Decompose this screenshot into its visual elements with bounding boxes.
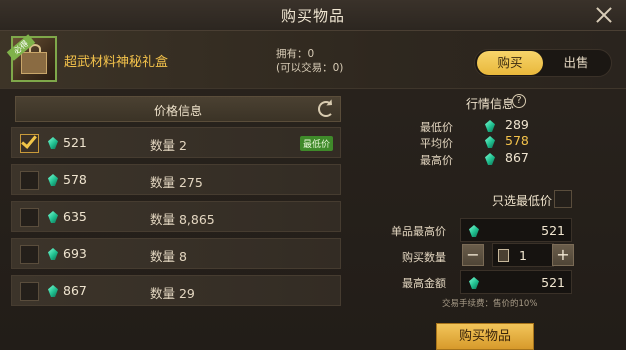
gift-box: [21, 52, 47, 74]
gem-icon: [485, 136, 495, 148]
owned-count: 拥有：0 (可以交易：0): [276, 47, 343, 75]
calculator-icon: [498, 249, 509, 262]
price-list-panel: 价格信息 521 数量 2 最低价 578 数量 275 635 数量 8,86…: [11, 96, 341, 348]
avg-price-label: 平均价: [420, 137, 453, 150]
price-row[interactable]: 867 数量 29: [11, 275, 341, 306]
row-price: 867: [63, 283, 87, 298]
row-checkbox[interactable]: [20, 132, 39, 153]
dialog-title: 购买物品: [280, 7, 345, 25]
decrease-quantity-button[interactable]: −: [462, 244, 484, 266]
gem-icon: [48, 211, 58, 223]
gem-icon: [48, 248, 58, 260]
gem-icon: [485, 120, 495, 132]
only-lowest-checkbox[interactable]: [554, 190, 572, 208]
gem-icon: [469, 277, 479, 289]
checkmark-icon: [21, 132, 37, 149]
owned-line: 拥有：0: [276, 48, 315, 60]
gem-icon: [48, 285, 58, 297]
price-row[interactable]: 578 数量 275: [11, 164, 341, 195]
price-row[interactable]: 693 数量 8: [11, 238, 341, 269]
unit-max-price-value: 521: [541, 223, 565, 238]
max-price-value: 867: [505, 150, 529, 165]
row-checkbox[interactable]: [20, 208, 39, 227]
buy-sell-toggle: 购买 出售: [474, 49, 612, 77]
row-quantity: 数量 8: [150, 249, 187, 264]
max-total-label: 最高金额: [402, 277, 446, 290]
tradable-line: (可以交易：0): [276, 62, 344, 74]
help-icon[interactable]: ?: [512, 94, 526, 108]
gem-icon: [48, 174, 58, 186]
row-checkbox[interactable]: [20, 282, 39, 301]
price-row[interactable]: 635 数量 8,865: [11, 201, 341, 232]
row-price: 578: [63, 172, 87, 187]
row-quantity: 数量 275: [150, 175, 203, 190]
min-price-label: 最低价: [420, 121, 453, 134]
gem-icon: [485, 153, 495, 165]
quantity-field[interactable]: 1: [492, 243, 554, 267]
tab-buy[interactable]: 购买: [477, 51, 543, 75]
order-panel: 行情信息 ? 最低价 289 平均价 578 最高价 867 只选最低价 单品最…: [352, 91, 626, 350]
refresh-icon[interactable]: [318, 101, 334, 117]
row-price: 635: [63, 209, 87, 224]
gift-box-icon: 必得: [6, 34, 57, 82]
row-price: 693: [63, 246, 87, 261]
unit-max-price-label: 单品最高价: [391, 225, 446, 238]
quantity-label: 购买数量: [402, 251, 446, 264]
row-checkbox[interactable]: [20, 245, 39, 264]
max-total-field: 521: [460, 270, 572, 294]
row-quantity: 数量 29: [150, 286, 195, 301]
close-icon[interactable]: [594, 5, 614, 25]
row-price: 521: [63, 135, 87, 150]
gem-icon: [469, 225, 479, 237]
buy-item-dialog: 购买物品 必得 超武材料神秘礼盒 拥有：0 (可以交易：0) 购买 出售 价格信…: [0, 0, 626, 350]
buy-item-button[interactable]: 购买物品: [436, 323, 534, 350]
max-price-label: 最高价: [420, 154, 453, 167]
item-info-bar: 必得 超武材料神秘礼盒 拥有：0 (可以交易：0) 购买 出售: [0, 31, 626, 89]
lowest-price-badge: 最低价: [300, 136, 334, 151]
row-quantity: 数量 8,865: [150, 212, 215, 227]
min-price-value: 289: [505, 117, 529, 132]
item-name: 超武材料神秘礼盒: [64, 55, 169, 70]
market-info-title: 行情信息: [466, 97, 515, 111]
unit-max-price-field[interactable]: 521: [460, 218, 572, 242]
increase-quantity-button[interactable]: +: [552, 244, 574, 266]
gem-icon: [48, 137, 58, 149]
avg-price-value: 578: [505, 133, 529, 148]
title-bar: 购买物品: [0, 0, 626, 31]
price-row[interactable]: 521 数量 2 最低价: [11, 127, 341, 158]
row-checkbox[interactable]: [20, 171, 39, 190]
row-quantity: 数量 2: [150, 138, 187, 153]
price-list-title: 价格信息: [153, 104, 202, 118]
fee-note: 交易手续费：售价的10%: [442, 299, 538, 309]
only-lowest-label: 只选最低价: [492, 194, 553, 208]
quantity-value: 1: [519, 248, 527, 263]
tab-sell[interactable]: 出售: [543, 51, 609, 75]
price-list-header: 价格信息: [15, 96, 341, 122]
max-total-value: 521: [541, 275, 565, 290]
